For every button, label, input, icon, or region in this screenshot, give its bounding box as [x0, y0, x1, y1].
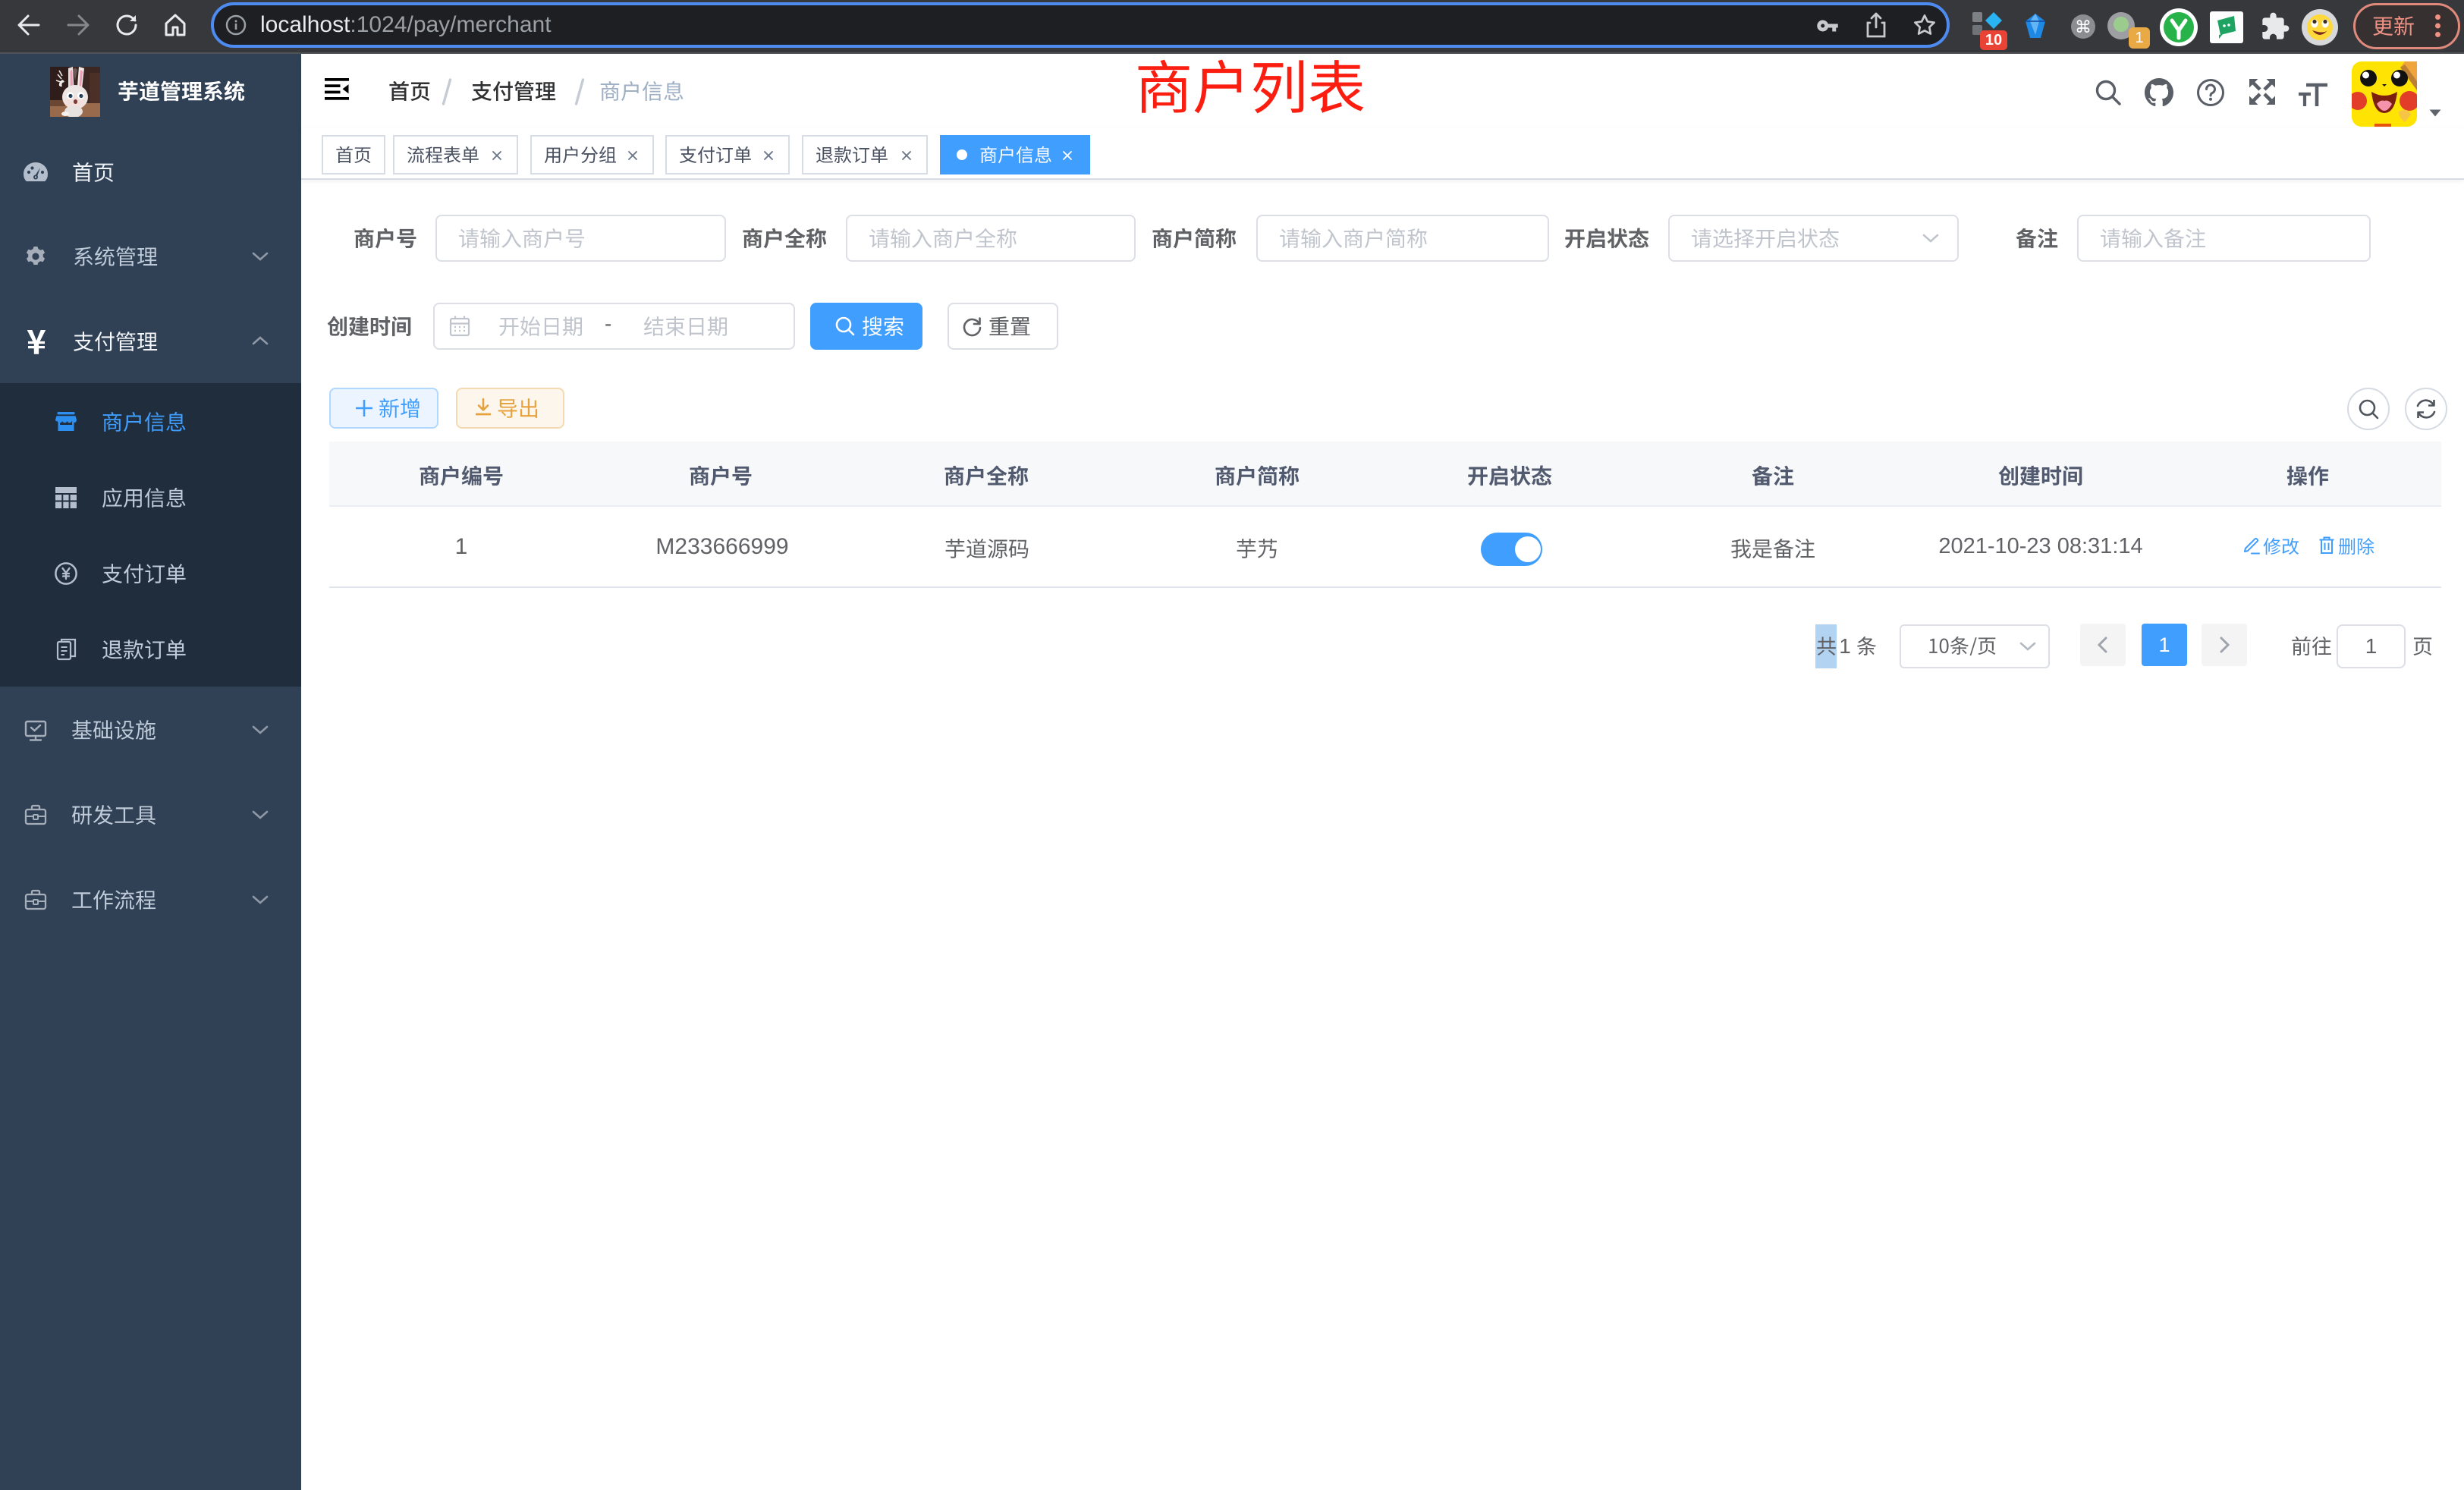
svg-text:⌘: ⌘: [2075, 17, 2092, 36]
